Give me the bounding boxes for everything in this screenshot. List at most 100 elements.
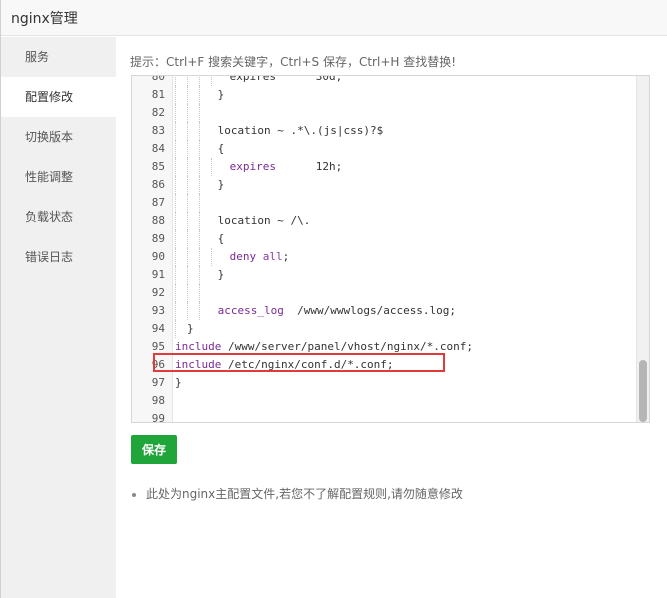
code-text <box>175 104 211 122</box>
indent-guide <box>199 230 211 248</box>
indent-guide <box>199 212 211 230</box>
code-text: } <box>175 266 224 284</box>
code-area[interactable]: 80 expires 30d; 81 } 82 83 location ~ .*\.(… <box>132 76 638 422</box>
indent-guide <box>199 140 211 158</box>
line-number: 85 <box>151 160 165 173</box>
line-number: 96 <box>151 358 165 371</box>
indent-guide <box>187 212 199 230</box>
indent-guide <box>175 248 187 266</box>
indent-guide <box>175 194 187 212</box>
config-warning-note: 此处为nginx主配置文件,若您不了解配置规则,请勿随意修改 <box>130 485 463 502</box>
sidebar-item-error-log[interactable]: 错误日志 <box>1 237 116 277</box>
indent-guide <box>187 194 199 212</box>
code-text: deny all; <box>175 248 289 266</box>
line-number: 95 <box>151 340 165 353</box>
code-text: { <box>175 230 224 248</box>
line-number: 83 <box>151 124 165 137</box>
sidebar-item-switch-version[interactable]: 切换版本 <box>1 117 116 157</box>
indent-guide <box>199 76 211 86</box>
sidebar: 服务 配置修改 切换版本 性能调整 负载状态 错误日志 <box>1 37 116 598</box>
editor-scrollbar[interactable] <box>636 76 649 422</box>
dialog-title-bar[interactable]: nginx管理 <box>1 0 667 36</box>
indent-guide <box>199 248 211 266</box>
indent-guide <box>199 266 211 284</box>
line-number: 97 <box>151 376 165 389</box>
indent-guide <box>175 158 187 176</box>
config-warning-text: 此处为nginx主配置文件,若您不了解配置规则,请勿随意修改 <box>146 487 463 501</box>
indent-guide <box>175 104 187 122</box>
code-text: } <box>175 86 224 104</box>
line-number: 81 <box>151 88 165 101</box>
code-text <box>175 194 211 212</box>
code-text: } <box>175 376 182 389</box>
indent-guide <box>187 284 199 302</box>
code-text: include /etc/nginx/conf.d/*.conf; <box>175 358 394 371</box>
line-number: 91 <box>151 268 165 281</box>
indent-guide <box>187 122 199 140</box>
line-number: 82 <box>151 106 165 119</box>
sidebar-item-config-edit[interactable]: 配置修改 <box>1 77 116 117</box>
indent-guide <box>199 284 211 302</box>
indent-guide <box>199 194 211 212</box>
nginx-manager-dialog: nginx管理 服务 配置修改 切换版本 性能调整 负载状态 错误日志 提示：C… <box>0 0 667 598</box>
indent-guide <box>187 230 199 248</box>
line-number: 93 <box>151 304 165 317</box>
indent-guide <box>175 176 187 194</box>
indent-guide <box>175 140 187 158</box>
indent-guide <box>187 302 199 320</box>
indent-guide <box>199 104 211 122</box>
indent-guide <box>211 76 223 86</box>
code-text: access_log /www/wwwlogs/access.log; <box>175 302 456 320</box>
indent-guide <box>187 158 199 176</box>
editor-scrollbar-thumb[interactable] <box>639 360 647 422</box>
indent-guide <box>187 76 199 86</box>
main-panel: 提示：Ctrl+F 搜索关键字，Ctrl+S 保存，Ctrl+H 查找替换! 8… <box>116 37 667 598</box>
line-number: 98 <box>151 394 165 407</box>
indent-guide <box>199 122 211 140</box>
indent-guide <box>175 284 187 302</box>
indent-guide <box>175 76 187 86</box>
indent-guide <box>199 302 211 320</box>
line-number: 87 <box>151 196 165 209</box>
indent-guide <box>199 158 211 176</box>
indent-guide <box>187 266 199 284</box>
indent-guide <box>175 320 187 338</box>
line-number: 80 <box>151 75 165 83</box>
indent-guide <box>175 122 187 140</box>
code-text <box>175 284 211 302</box>
indent-guide <box>175 86 187 104</box>
line-number: 94 <box>151 322 165 335</box>
indent-guide <box>175 212 187 230</box>
line-number: 90 <box>151 250 165 263</box>
indent-guide <box>211 158 223 176</box>
code-text: expires 12h; <box>175 158 342 176</box>
line-number: 86 <box>151 178 165 191</box>
indent-guide <box>211 248 223 266</box>
indent-guide <box>199 86 211 104</box>
sidebar-item-service[interactable]: 服务 <box>1 37 116 77</box>
code-text: location ~ .*\.(js|css)?$ <box>175 122 383 140</box>
indent-guide <box>187 104 199 122</box>
bullet-icon <box>132 492 136 497</box>
indent-guide <box>187 248 199 266</box>
code-text: } <box>175 176 224 194</box>
line-number: 84 <box>151 142 165 155</box>
save-button[interactable]: 保存 <box>131 435 177 464</box>
indent-guide <box>187 176 199 194</box>
indent-guide <box>187 86 199 104</box>
indent-guide <box>175 266 187 284</box>
dialog-title: nginx管理 <box>11 11 78 27</box>
line-number: 92 <box>151 286 165 299</box>
line-number: 88 <box>151 214 165 227</box>
indent-guide <box>175 302 187 320</box>
code-text: } <box>175 320 194 338</box>
code-text: expires 30d; <box>175 76 342 86</box>
line-number: 89 <box>151 232 165 245</box>
shortcut-tip: 提示：Ctrl+F 搜索关键字，Ctrl+S 保存，Ctrl+H 查找替换! <box>130 55 457 69</box>
config-code-editor[interactable]: 80 expires 30d; 81 } 82 83 location ~ .*\.(… <box>131 75 650 423</box>
sidebar-item-performance[interactable]: 性能调整 <box>1 157 116 197</box>
code-text: location ~ /\. <box>175 212 310 230</box>
sidebar-item-load-status[interactable]: 负载状态 <box>1 197 116 237</box>
indent-guide <box>175 230 187 248</box>
indent-guide <box>199 176 211 194</box>
